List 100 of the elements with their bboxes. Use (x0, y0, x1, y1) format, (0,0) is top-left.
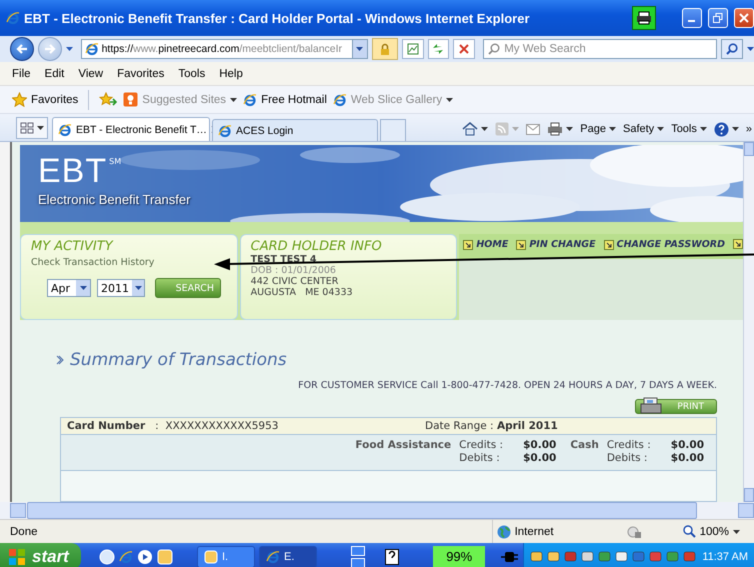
month-select[interactable]: Apr (47, 279, 91, 297)
site-logo: EBT (38, 153, 108, 189)
tray-icon[interactable] (564, 550, 578, 563)
tray-icon[interactable] (615, 550, 628, 563)
tray-icon[interactable] (632, 550, 646, 563)
caret-icon (747, 47, 754, 51)
favorites-link[interactable]: Free Hotmail (243, 92, 327, 106)
search-button[interactable] (721, 39, 743, 59)
search-field[interactable]: My Web Search (483, 39, 718, 59)
caret-icon (700, 127, 707, 131)
tray-icon[interactable] (649, 550, 662, 563)
caret-icon (732, 127, 739, 131)
help-icon[interactable] (385, 548, 400, 564)
address-field[interactable]: https://www.pinetreecard.com/meebtclient/balanceIr (80, 39, 368, 59)
padlock-icon (380, 42, 390, 56)
add-favorite-icon[interactable] (99, 92, 118, 107)
tray-icon[interactable] (666, 550, 680, 563)
section-title: Summary of Transactions (70, 350, 287, 370)
browser-launch-icon[interactable] (118, 550, 133, 564)
printer-button[interactable] (632, 6, 656, 30)
card-holder-line: AUGUSTA ME 04333 (250, 287, 353, 298)
benefit-label: Credits : (459, 439, 504, 451)
security-icon[interactable] (626, 524, 643, 538)
tray-icon[interactable] (547, 550, 560, 563)
refresh-icon (431, 43, 446, 55)
close-button[interactable] (734, 8, 754, 28)
caret-icon (481, 127, 488, 131)
clock: 11:37 AM (702, 550, 748, 562)
caret-icon (66, 47, 73, 51)
zoom-icon (682, 525, 696, 538)
home-button[interactable] (462, 122, 488, 136)
printer-icon (547, 122, 564, 136)
benefit-label: Credits : (606, 439, 651, 451)
service-notice: FOR CUSTOMER SERVICE Call 1-800-477-7428. OPEN 24 HOURS A DAY, 7 DAYS A WEEK. (298, 380, 717, 391)
nav-link[interactable]: HOME (463, 239, 508, 250)
lock-icon[interactable] (372, 38, 398, 60)
command-menu[interactable]: Page (580, 123, 616, 135)
overflow-chevron[interactable]: » (746, 123, 752, 135)
command-menu[interactable]: Safety (623, 123, 664, 135)
browser-page-icon (58, 122, 72, 136)
menu-item[interactable]: Help (219, 68, 243, 80)
close-icon (739, 13, 749, 23)
compatibility-button[interactable] (402, 39, 424, 59)
menu-item[interactable]: File (12, 68, 31, 80)
caret-icon (37, 126, 44, 130)
power-plug-icon[interactable] (501, 550, 520, 562)
quick-tabs-button[interactable] (16, 117, 48, 139)
address-dropdown[interactable] (352, 40, 367, 58)
nav-link[interactable]: CHANGE PASSWORD (604, 239, 725, 250)
benefit-label: Debits : (459, 452, 501, 464)
taskbar-button[interactable]: E. (259, 546, 318, 567)
card-holder-line: DOB : 01/01/2006 (250, 265, 336, 276)
link-arrow-icon (732, 239, 743, 249)
start-button[interactable]: start (0, 543, 81, 567)
menu-item[interactable]: Tools (178, 68, 206, 80)
menu-item[interactable]: Edit (44, 68, 64, 80)
benefit-amount: $0.00 (523, 452, 556, 464)
scroll-thumb[interactable] (27, 502, 697, 519)
help-icon (714, 122, 729, 136)
restore-button[interactable] (708, 8, 728, 28)
feeds-button[interactable] (495, 122, 520, 136)
tray-icon[interactable] (581, 550, 594, 563)
refresh-button[interactable] (428, 39, 450, 59)
nav-link[interactable]: PIN CHANGE (516, 239, 596, 250)
print-button[interactable] (547, 122, 574, 136)
page-icon (243, 92, 258, 106)
year-select[interactable]: 2011 (97, 279, 145, 297)
search-icon (726, 43, 738, 55)
status-text: Done (10, 526, 38, 538)
tray-icon[interactable] (598, 550, 612, 563)
tray-icon[interactable] (683, 550, 696, 563)
caret-icon (566, 127, 574, 131)
media-player-icon[interactable] (136, 548, 153, 564)
scroll-arrows-icon[interactable] (351, 546, 366, 567)
command-menu[interactable]: Tools (671, 123, 707, 135)
browser-tab[interactable]: EBT - Electronic Benefit T… (52, 117, 210, 141)
star-icon (12, 92, 27, 107)
feed-icon (495, 122, 510, 136)
tray-icon[interactable] (530, 550, 544, 563)
menu-item[interactable]: Favorites (117, 68, 164, 80)
stop-button[interactable] (453, 39, 476, 59)
chevron-icon (56, 355, 64, 365)
zoom-button[interactable]: 100% (682, 525, 740, 538)
link-arrow-icon (463, 240, 474, 250)
favorites-button[interactable]: Favorites (12, 92, 78, 107)
menu-item[interactable]: View (78, 68, 104, 80)
help-button[interactable] (714, 122, 739, 136)
globe-icon (496, 524, 511, 538)
minimize-button[interactable] (682, 8, 702, 28)
taskbar-button[interactable]: I. (196, 546, 256, 567)
browser-tab[interactable]: ACES Login (212, 119, 378, 141)
caret-icon (134, 286, 142, 290)
service-mark: SM (109, 157, 122, 166)
back-button[interactable] (10, 37, 34, 61)
battery-meter: 99% (433, 546, 486, 567)
printer-icon (640, 397, 662, 415)
site-tagline: Electronic Benefit Transfer (38, 192, 190, 207)
benefit-label: Debits : (606, 452, 648, 464)
caret-icon (733, 530, 740, 534)
mail-icon[interactable] (526, 124, 540, 134)
